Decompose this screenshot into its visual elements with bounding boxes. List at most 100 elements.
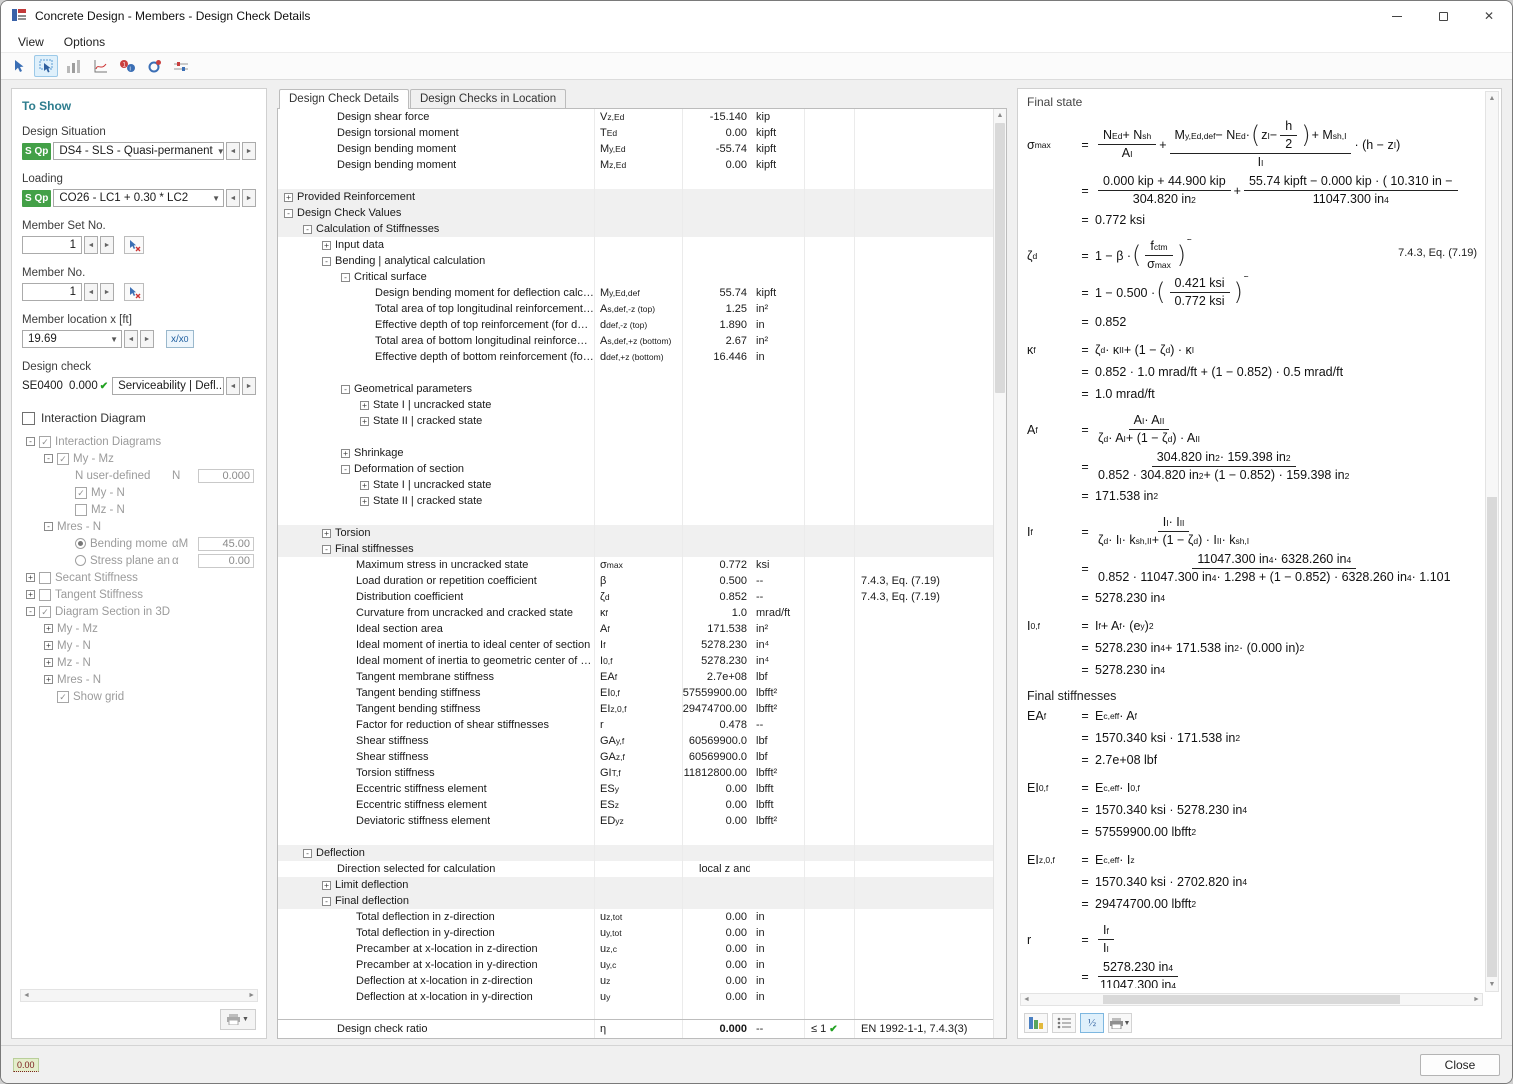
- tab-design-check-details[interactable]: Design Check Details: [279, 89, 409, 109]
- tree-item[interactable]: + My - N: [22, 637, 256, 654]
- expand-icon[interactable]: +: [322, 880, 331, 890]
- tree-item[interactable]: ✓ My - N: [22, 484, 256, 501]
- collapse-icon[interactable]: -: [341, 384, 350, 394]
- info-pins-icon[interactable]: 1i: [115, 55, 139, 77]
- loading-next-button[interactable]: ►: [242, 189, 256, 207]
- pick-member-button[interactable]: [124, 283, 144, 301]
- table-row[interactable]: Shear stiffness GA z,f 60569900.0 lbf: [278, 749, 1006, 765]
- expand-icon[interactable]: +: [44, 675, 53, 684]
- tree-value-input[interactable]: 0.000: [198, 468, 254, 483]
- checkbox[interactable]: ✓: [75, 486, 87, 499]
- tree-item[interactable]: - ✓ My - Mz: [22, 450, 256, 467]
- radio[interactable]: [75, 555, 86, 566]
- tree-item[interactable]: + Mz - N: [22, 654, 256, 671]
- print-icon[interactable]: ▼: [1108, 1013, 1132, 1033]
- filter-sliders-icon[interactable]: [169, 55, 193, 77]
- table-row[interactable]: Design bending moment My,Ed -55.74 kipft: [278, 141, 1006, 157]
- tree-item[interactable]: N user-definedN0.000kip: [22, 467, 256, 484]
- member-no-input[interactable]: 1: [22, 283, 82, 301]
- table-row[interactable]: - Bending | analytical calculation: [278, 253, 1006, 269]
- maximize-button[interactable]: [1420, 1, 1466, 31]
- collapse-icon[interactable]: -: [322, 256, 331, 266]
- checkbox[interactable]: ✓: [57, 690, 69, 703]
- scroll-right-icon[interactable]: ►: [248, 992, 255, 999]
- scroll-right-icon[interactable]: ►: [1473, 996, 1480, 1003]
- scrollbar-thumb[interactable]: [1102, 995, 1401, 1004]
- tree-item[interactable]: - Mres - N: [22, 518, 256, 535]
- checkbox[interactable]: ✓: [39, 435, 51, 448]
- table-row[interactable]: Total area of bottom longitudinal reinfo…: [278, 333, 1006, 349]
- formula-vertical-scrollbar[interactable]: ▲ ▼: [1485, 91, 1499, 992]
- design-check-select[interactable]: Serviceability | Defl... ▼: [112, 377, 224, 395]
- table-row[interactable]: + Limit deflection: [278, 877, 1006, 893]
- menu-view[interactable]: View: [9, 33, 53, 51]
- table-row[interactable]: Effective depth of top reinforcement (fo…: [278, 317, 1006, 333]
- checkbox[interactable]: ✓: [39, 605, 51, 618]
- table-row[interactable]: Direction selected for calculation local …: [278, 861, 1006, 877]
- expand-icon[interactable]: +: [44, 624, 53, 633]
- scroll-down-icon[interactable]: ▼: [1486, 978, 1498, 991]
- expand-icon[interactable]: +: [44, 641, 53, 650]
- expand-icon[interactable]: +: [360, 400, 369, 410]
- table-row[interactable]: - Design Check Values: [278, 205, 1006, 221]
- scrollbar-thumb[interactable]: [995, 123, 1005, 393]
- table-row[interactable]: Total area of top longitudinal reinforce…: [278, 301, 1006, 317]
- table-row[interactable]: Total deflection in y-direction u y,tot 0.0…: [278, 925, 1006, 941]
- member-set-prev-button[interactable]: ◄: [84, 236, 98, 254]
- minimize-button[interactable]: [1374, 1, 1420, 31]
- print-button[interactable]: ▼: [220, 1009, 256, 1030]
- table-row[interactable]: Tangent bending stiffness EI z,0,f 29474700…: [278, 701, 1006, 717]
- table-row[interactable]: - Geometrical parameters: [278, 381, 1006, 397]
- scrollbar-thumb[interactable]: [1487, 496, 1497, 977]
- scroll-up-icon[interactable]: ▲: [1486, 92, 1498, 105]
- table-row[interactable]: Maximum stress in uncracked state σ max 0.7…: [278, 557, 1006, 573]
- table-row[interactable]: + Shrinkage: [278, 445, 1006, 461]
- result-columns-icon[interactable]: [61, 55, 85, 77]
- design-situation-select[interactable]: DS4 - SLS - Quasi-permanent ▼: [53, 142, 224, 160]
- member-no-prev-button[interactable]: ◄: [84, 283, 98, 301]
- table-row[interactable]: Precamber at x-location in y-direction u y…: [278, 957, 1006, 973]
- table-vertical-scrollbar[interactable]: ▲: [993, 109, 1006, 1038]
- design-situation-next-button[interactable]: ►: [242, 142, 256, 160]
- table-row[interactable]: Deflection at x-location in y-direction u…: [278, 989, 1006, 1005]
- radio[interactable]: [75, 538, 86, 549]
- result-diagram-icon[interactable]: [88, 55, 112, 77]
- collapse-icon[interactable]: -: [322, 896, 331, 906]
- collapse-icon[interactable]: -: [341, 272, 350, 282]
- collapse-icon[interactable]: -: [26, 437, 35, 446]
- loading-select[interactable]: CO26 - LC1 + 0.30 * LC2 ▼: [53, 189, 224, 207]
- table-row[interactable]: Load duration or repetition coefficient β…: [278, 573, 1006, 589]
- table-row[interactable]: Curvature from uncracked and cracked sta…: [278, 605, 1006, 621]
- table-row[interactable]: + State II | cracked state: [278, 493, 1006, 509]
- table-row[interactable]: - Deformation of section: [278, 461, 1006, 477]
- table-row[interactable]: Design bending moment Mz,Ed 0.00 kipft: [278, 157, 1006, 173]
- table-row[interactable]: Deflection at x-location in z-direction u…: [278, 973, 1006, 989]
- collapse-icon[interactable]: -: [303, 848, 312, 858]
- table-row[interactable]: Ideal section area Af 171.538 in²: [278, 621, 1006, 637]
- scroll-up-icon[interactable]: ▲: [994, 109, 1006, 122]
- result-colors-icon[interactable]: [1024, 1013, 1048, 1033]
- expand-icon[interactable]: +: [322, 240, 331, 250]
- collapse-icon[interactable]: -: [44, 522, 53, 531]
- settings-pin-icon[interactable]: [142, 55, 166, 77]
- checkbox[interactable]: [39, 571, 51, 584]
- formula-view-icon[interactable]: ½: [1080, 1013, 1104, 1033]
- table-row[interactable]: Effective depth of bottom reinforcement …: [278, 349, 1006, 365]
- member-set-next-button[interactable]: ►: [100, 236, 114, 254]
- table-row[interactable]: Tangent bending stiffness EI 0,f 57559900.0…: [278, 685, 1006, 701]
- table-row[interactable]: - Critical surface: [278, 269, 1006, 285]
- design-check-next-button[interactable]: ►: [242, 377, 256, 395]
- tree-item[interactable]: + Secant Stiffness: [22, 569, 256, 586]
- table-row[interactable]: Torsion stiffness GI T,f 11812800.00 lbfft²: [278, 765, 1006, 781]
- expand-icon[interactable]: +: [26, 590, 35, 599]
- table-row[interactable]: Distribution coefficient ζ d 0.852 -- 7.4.3, …: [278, 589, 1006, 605]
- table-row[interactable]: Tangent membrane stiffness EA f 2.7e+08 lbf: [278, 669, 1006, 685]
- table-row[interactable]: + Provided Reinforcement: [278, 189, 1006, 205]
- table-row[interactable]: Factor for reduction of shear stiffnesse…: [278, 717, 1006, 733]
- select-window-icon[interactable]: [34, 55, 58, 77]
- tab-design-checks-in-location[interactable]: Design Checks in Location: [409, 89, 567, 108]
- left-horizontal-scrollbar[interactable]: ◄ ►: [20, 989, 258, 1002]
- expand-icon[interactable]: +: [360, 480, 369, 490]
- tree-item[interactable]: Mz - N: [22, 501, 256, 518]
- member-set-input[interactable]: 1: [22, 236, 82, 254]
